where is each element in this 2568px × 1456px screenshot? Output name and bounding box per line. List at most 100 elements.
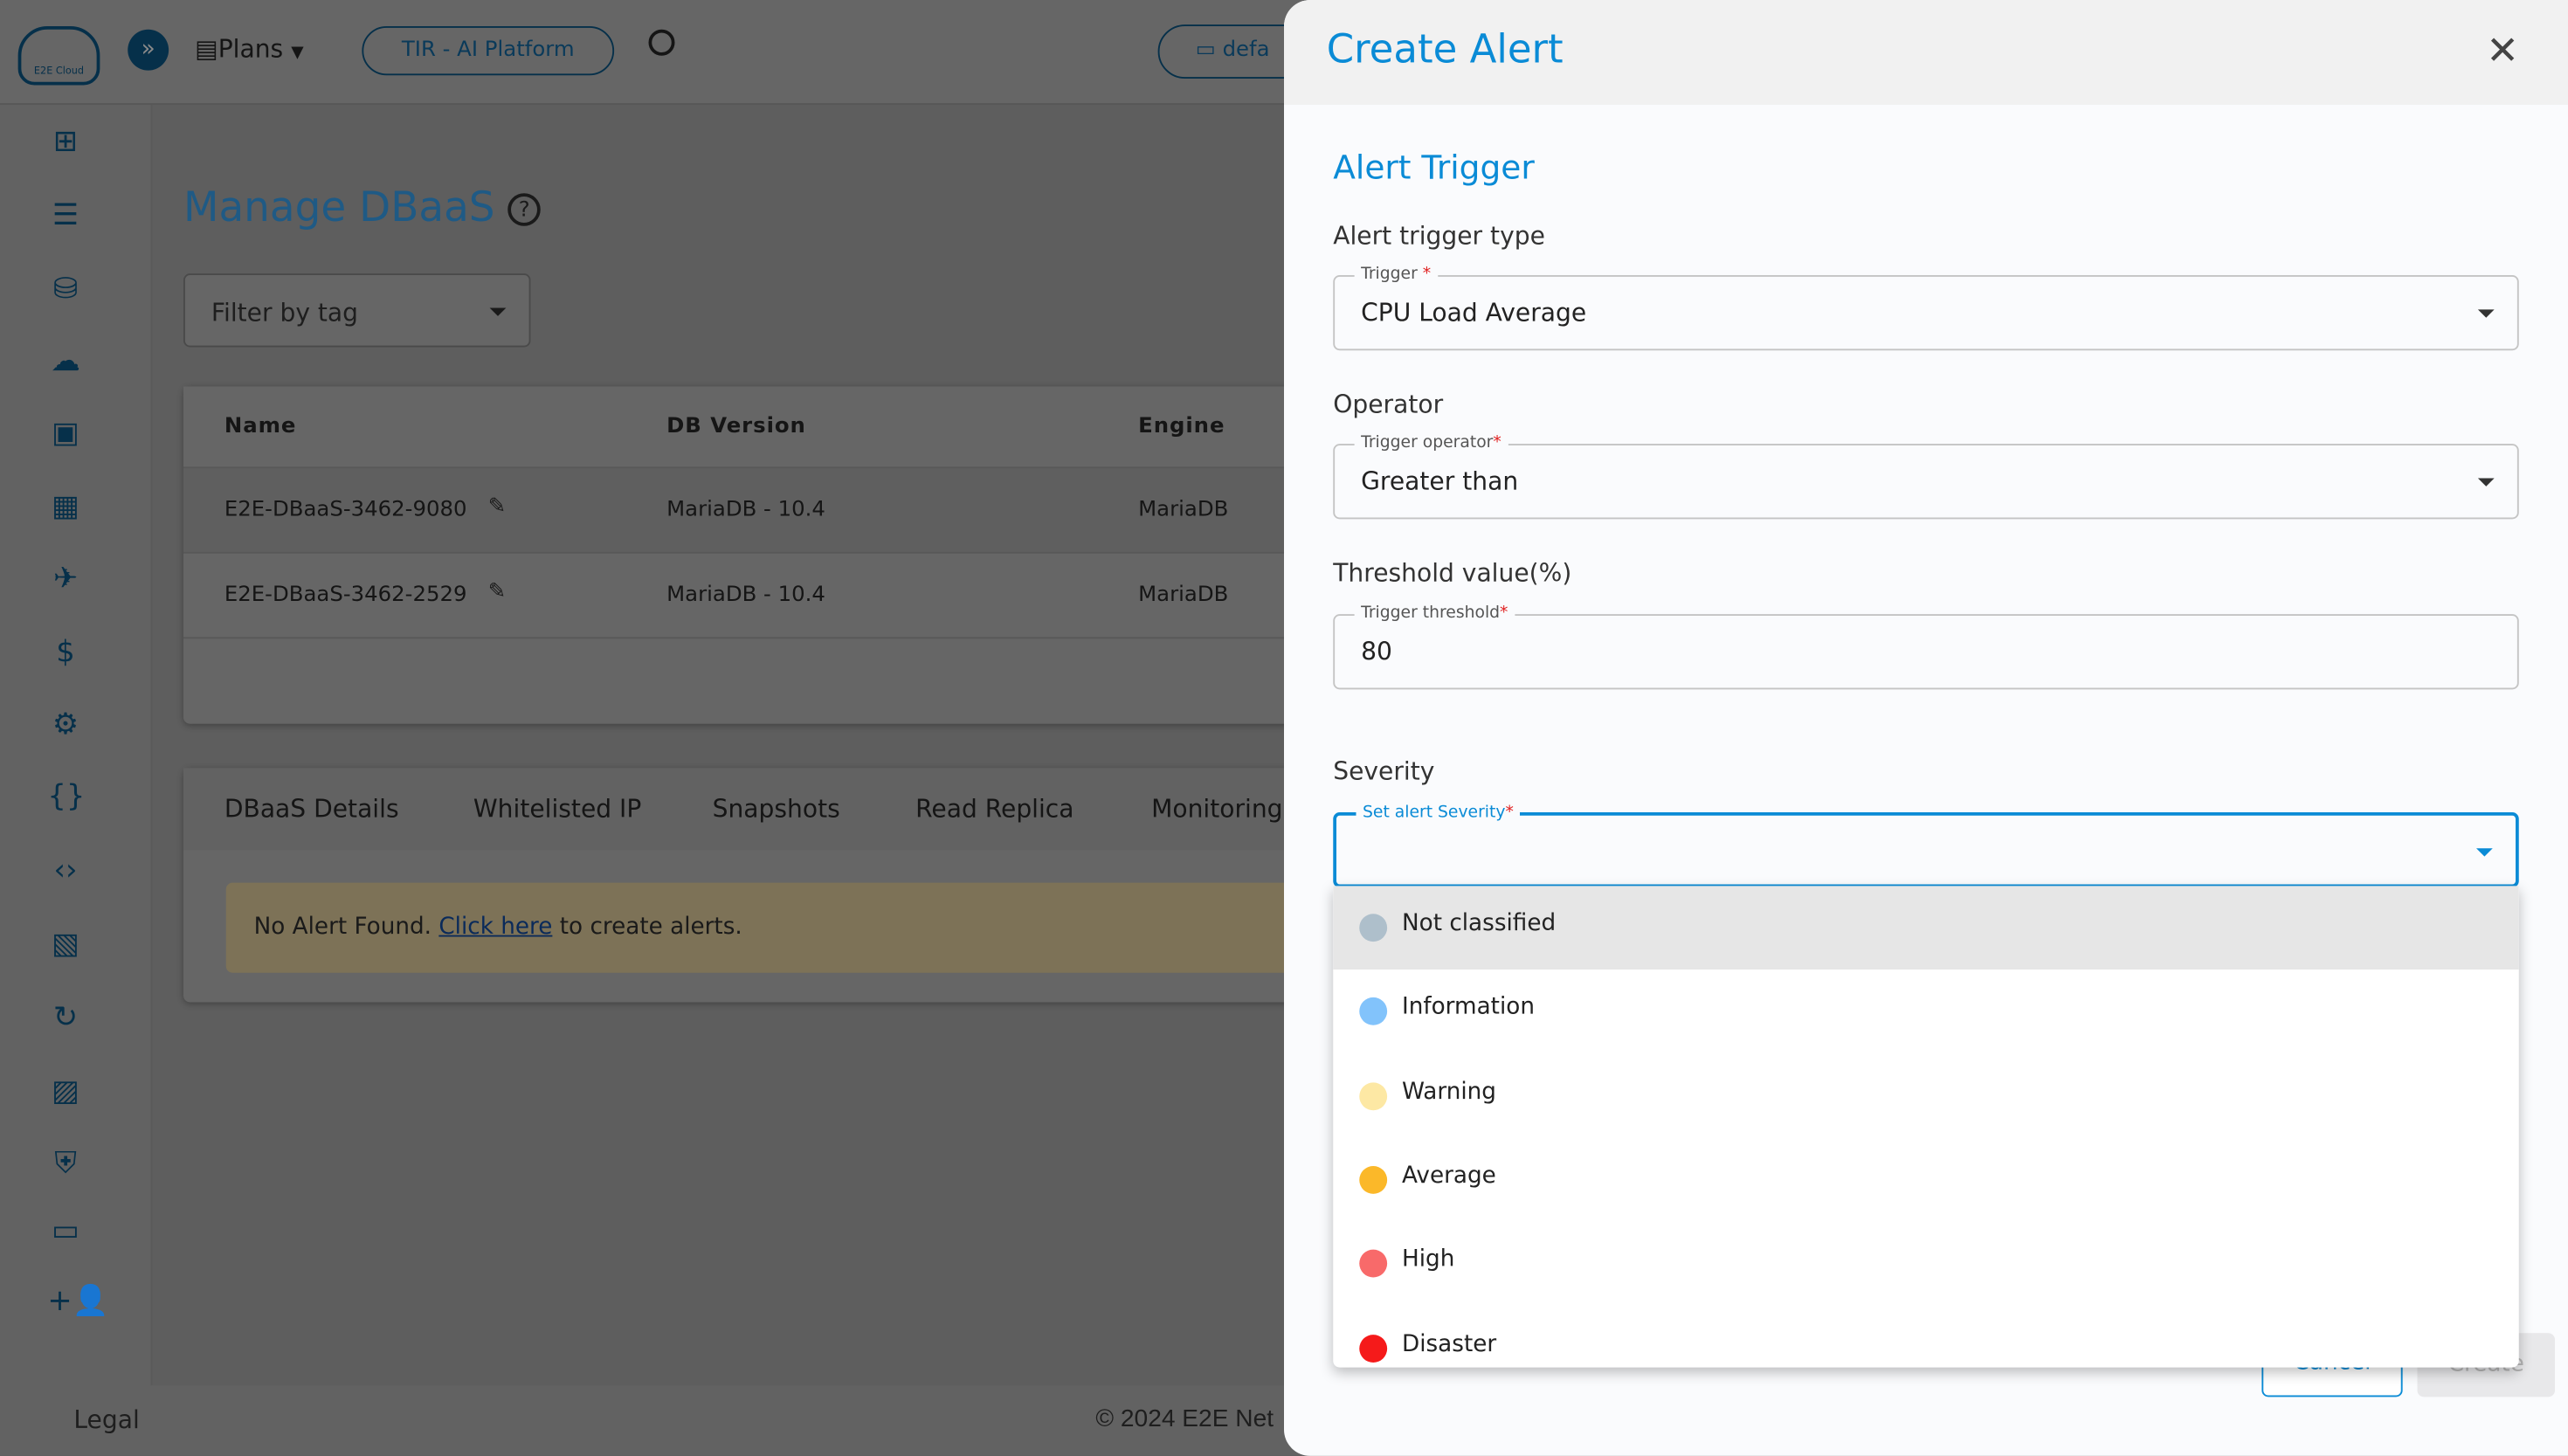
edit-icon[interactable]: ✎ — [488, 580, 506, 604]
severity-dot-icon — [1359, 1249, 1388, 1278]
severity-option[interactable]: Not classified — [1333, 886, 2519, 970]
page-title: Manage DBaaS ? — [183, 183, 541, 231]
severity-dot-icon — [1359, 914, 1388, 942]
grid-table-icon[interactable]: ▦ — [47, 490, 83, 526]
severity-dot-icon — [1359, 997, 1388, 1026]
operator-field-label: Trigger operator* — [1354, 432, 1508, 456]
legal-link[interactable]: Legal — [73, 1405, 139, 1435]
dbaas-table: Name DB Version Engine E2E-DBaaS-3462-90… — [183, 386, 1363, 724]
severity-option-label: Disaster — [1402, 1330, 1497, 1357]
severity-option-label: Not classified — [1402, 910, 1557, 937]
copyright-text: © 2024 E2E Net — [1095, 1404, 1274, 1433]
threshold-input[interactable]: Trigger threshold* 80 — [1333, 603, 2519, 690]
create-alert-drawer: Create Alert ✕ Alert Trigger Alert trigg… — [1284, 0, 2568, 1456]
tab-dbaas-details[interactable]: DBaaS Details — [224, 794, 399, 824]
severity-dot-icon — [1359, 1081, 1388, 1110]
cell-db-version: MariaDB - 10.4 — [666, 583, 825, 608]
column-header-engine: Engine — [1138, 414, 1225, 439]
broken-image-icon[interactable]: ▨ — [47, 1074, 83, 1110]
severity-option[interactable]: Warning — [1333, 1054, 2519, 1138]
plans-icon: ▤ — [195, 34, 218, 65]
filter-by-tag-select[interactable]: Filter by tag — [183, 273, 531, 348]
tab-bar: DBaaS Details Whitelisted IP Snapshots R… — [183, 768, 1363, 851]
security-user-icon[interactable]: ⛨ — [47, 1147, 83, 1183]
cell-db-version: MariaDB - 10.4 — [666, 498, 825, 523]
no-alert-banner: No Alert Found. Click here to create ale… — [225, 882, 1356, 973]
severity-field-label: Set alert Severity* — [1356, 802, 1521, 825]
rocket-icon[interactable]: ✈ — [47, 562, 83, 597]
operator-label: Operator — [1333, 390, 1444, 419]
close-icon[interactable]: ✕ — [2486, 28, 2519, 74]
code-icon[interactable]: ‹› — [47, 853, 83, 889]
severity-option[interactable]: High — [1333, 1222, 2519, 1306]
caret-down-icon: ▼ — [291, 44, 304, 63]
search-icon[interactable] — [648, 29, 675, 56]
billing-icon[interactable]: $ — [47, 636, 83, 672]
severity-dot-icon — [1359, 1165, 1388, 1194]
edit-icon[interactable]: ✎ — [488, 494, 506, 519]
plans-menu[interactable]: ▤Plans ▼ — [195, 34, 304, 64]
tab-snapshots[interactable]: Snapshots — [713, 794, 840, 824]
braces-icon[interactable]: {} — [47, 780, 85, 816]
threshold-value: 80 — [1361, 637, 1392, 667]
table-row[interactable]: E2E-DBaaS-3462-9080 ✎ MariaDB - 10.4 Mar… — [183, 468, 1363, 554]
trigger-field-label: Trigger * — [1354, 263, 1438, 287]
dimmed-app-background[interactable]: E2E Cloud » ▤Plans ▼ TIR - AI Platform ▭… — [0, 0, 2568, 1456]
severity-option-label: Average — [1402, 1163, 1496, 1190]
caret-down-icon — [2477, 309, 2495, 318]
settings-gear-icon[interactable]: ⚙ — [47, 707, 83, 743]
database-icon[interactable]: ⛁ — [47, 272, 83, 307]
cloud-upload-icon[interactable]: ☁ — [47, 344, 83, 380]
severity-option[interactable]: Disaster — [1333, 1306, 2519, 1367]
threshold-field-label: Trigger threshold* — [1354, 603, 1515, 626]
folder-icon: ▭ — [1195, 38, 1216, 63]
add-user-icon[interactable]: +👤 — [47, 1284, 108, 1320]
expand-sidebar-button[interactable]: » — [128, 29, 169, 71]
sidebar: ⊞ ☰ ⛁ ☁ ▣ ▦ ✈ $ ⚙ {} ‹› ▧ ↻ ▨ ⛨ ▭ +👤 — [0, 105, 153, 1386]
create-alert-link[interactable]: Click here — [438, 914, 552, 940]
caret-down-icon — [489, 307, 507, 316]
project-label: defa — [1222, 38, 1270, 63]
severity-label: Severity — [1333, 756, 1435, 786]
severity-option-label: Warning — [1402, 1078, 1496, 1105]
logo-text: E2E Cloud — [33, 66, 85, 78]
document-image-icon[interactable]: ▧ — [47, 927, 83, 963]
dashboard-add-icon[interactable]: ⊞ — [47, 125, 83, 161]
severity-dropdown-menu: Not classified Information Warning Average H… — [1333, 886, 2519, 1368]
cell-engine: MariaDB — [1138, 498, 1229, 523]
cell-name[interactable]: E2E-DBaaS-3462-2529 — [224, 583, 467, 608]
monitor-icon[interactable]: ▭ — [47, 1213, 83, 1249]
tab-monitoring[interactable]: Monitoring — [1151, 794, 1282, 824]
filter-placeholder: Filter by tag — [211, 298, 359, 328]
caret-down-icon — [2477, 478, 2495, 486]
severity-select[interactable]: Set alert Severity* — [1333, 802, 2519, 888]
logo[interactable]: E2E Cloud — [17, 26, 100, 86]
severity-dot-icon — [1359, 1334, 1388, 1363]
column-header-name: Name — [224, 414, 297, 439]
plans-label: Plans — [217, 34, 284, 65]
help-icon[interactable]: ? — [507, 193, 541, 226]
trigger-value: CPU Load Average — [1361, 298, 1587, 328]
network-server-icon[interactable]: ▣ — [47, 416, 83, 452]
alert-text-suffix: to create alerts. — [552, 914, 742, 941]
alert-text: No Alert Found. — [253, 914, 439, 941]
server-list-icon[interactable]: ☰ — [47, 198, 83, 234]
severity-option-label: High — [1402, 1246, 1455, 1273]
table-header: Name DB Version Engine — [183, 386, 1363, 469]
drawer-title: Create Alert — [1326, 26, 1564, 72]
operator-value: Greater than — [1361, 466, 1519, 497]
trigger-type-label: Alert trigger type — [1333, 221, 1545, 251]
tir-platform-button[interactable]: TIR - AI Platform — [362, 26, 615, 76]
cell-name[interactable]: E2E-DBaaS-3462-9080 — [224, 498, 467, 522]
details-card: DBaaS Details Whitelisted IP Snapshots R… — [183, 768, 1363, 1003]
table-row[interactable]: E2E-DBaaS-3462-2529 ✎ MariaDB - 10.4 Mar… — [183, 553, 1363, 639]
severity-option[interactable]: Average — [1333, 1138, 2519, 1222]
trigger-select[interactable]: Trigger * CPU Load Average — [1333, 263, 2519, 351]
chat-refresh-icon[interactable]: ↻ — [47, 1001, 83, 1037]
severity-option-label: Information — [1402, 994, 1535, 1021]
tab-whitelisted-ip[interactable]: Whitelisted IP — [473, 794, 641, 824]
tab-read-replica[interactable]: Read Replica — [915, 794, 1073, 824]
operator-select[interactable]: Trigger operator* Greater than — [1333, 432, 2519, 520]
column-header-db-version: DB Version — [666, 414, 806, 439]
severity-option[interactable]: Information — [1333, 970, 2519, 1054]
